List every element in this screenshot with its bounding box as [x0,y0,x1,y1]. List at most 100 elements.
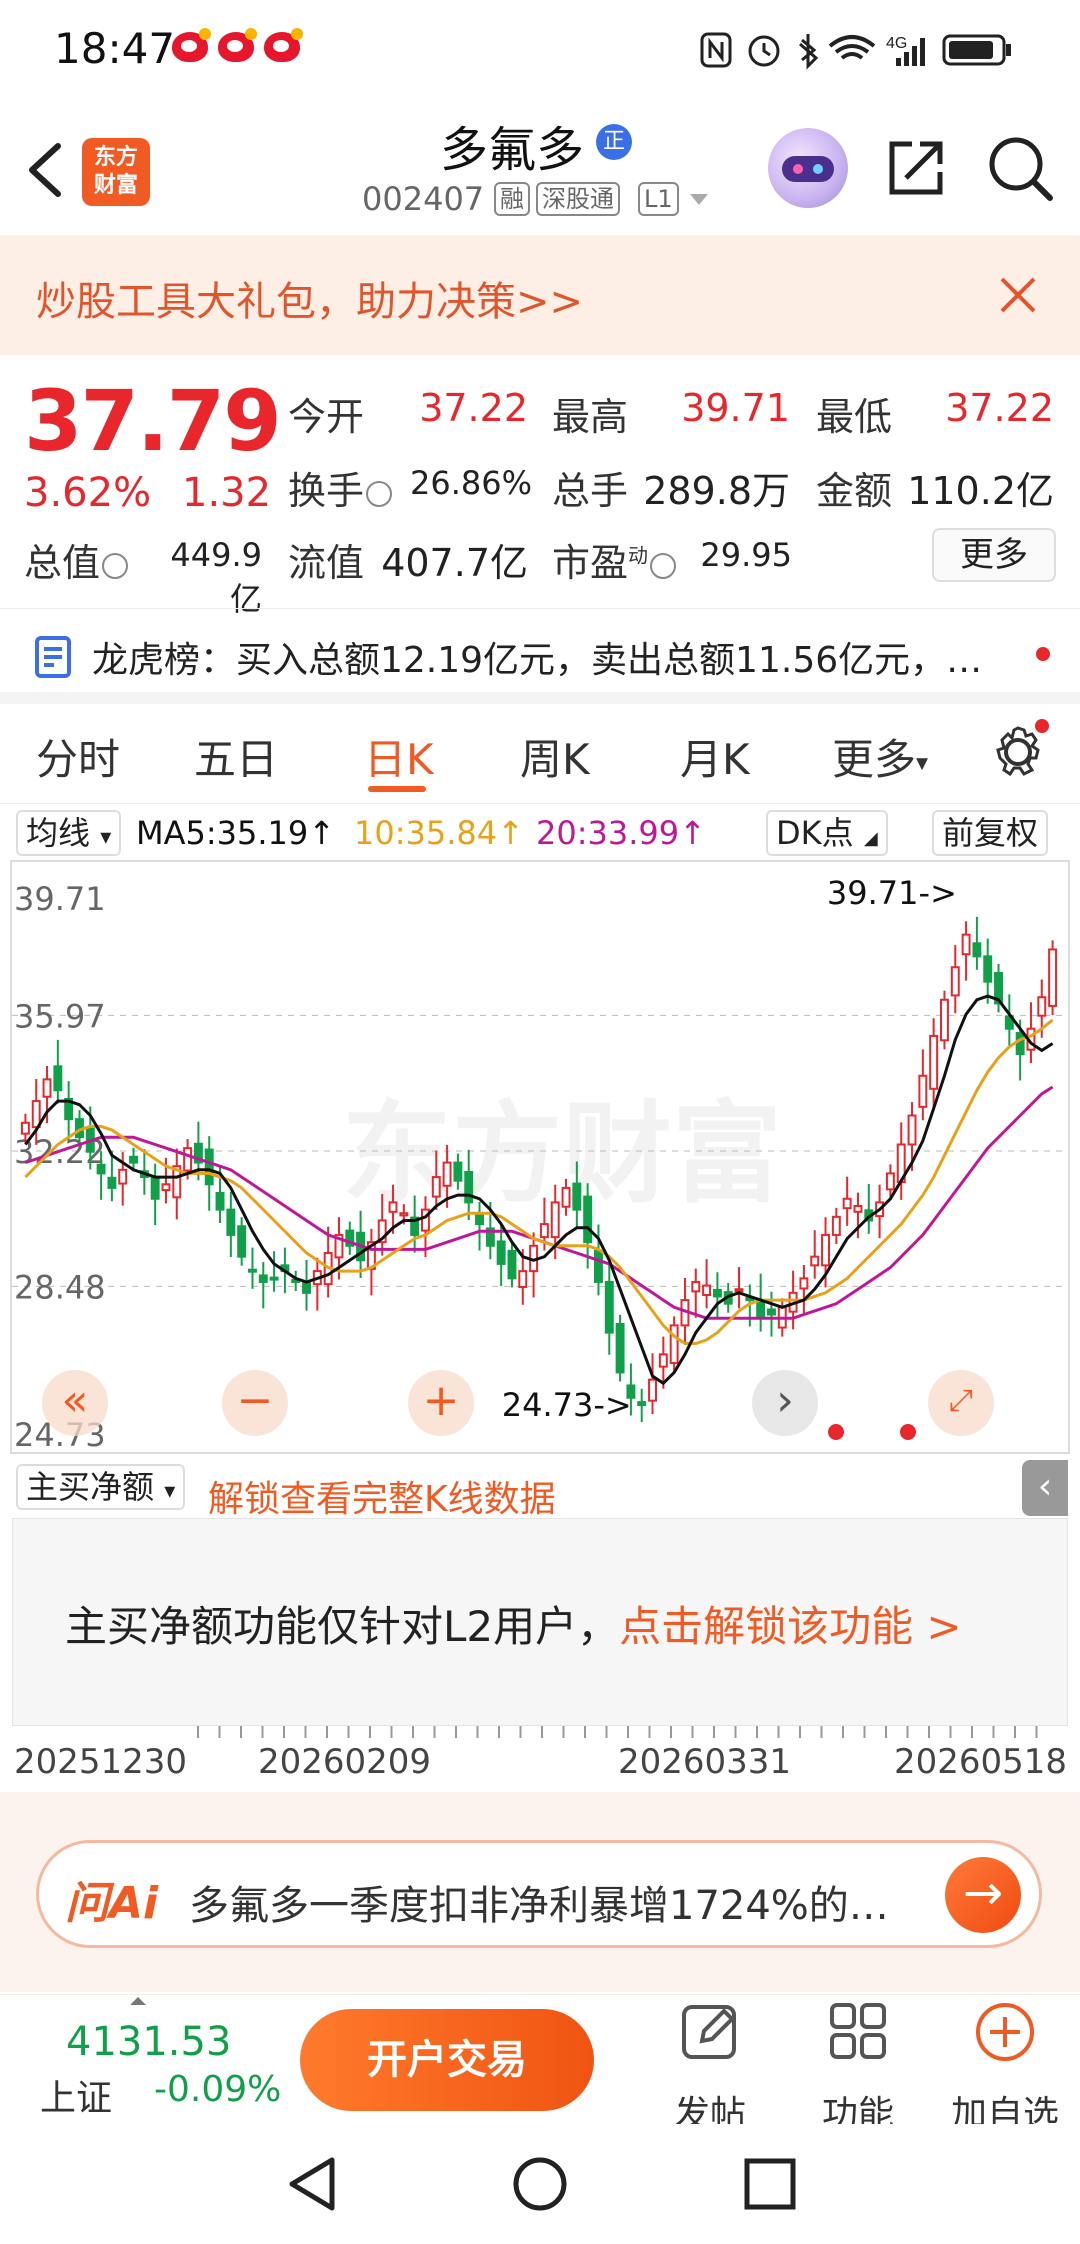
chevron-down-icon[interactable] [688,192,710,208]
ai-query-bar[interactable]: 问Ai 多氟多一季度扣非净利暴增1724%的… → [36,1840,1042,1948]
ai-avatar[interactable] [768,128,848,208]
promo-banner[interactable]: 炒股工具大礼包，助力决策>> [0,235,1080,355]
fullscreen-button[interactable]: ⤢ [928,1370,994,1436]
eastmoney-logo: 东方 财富 [82,138,150,206]
share-icon[interactable] [884,136,948,200]
level-tag: L1 [638,182,679,216]
candle-down [107,1176,117,1189]
candle-up [885,1172,895,1191]
more-button[interactable]: 更多 [932,528,1056,582]
net-buy-notice: 主买净额功能仅针对L2用户， [65,1602,620,1651]
candle-down [583,1195,593,1244]
stock-header: 东方 财富 多氟多 正 002407 融 深股通 L1 [0,100,1080,235]
candle-down [96,1163,106,1175]
scroll-left-button[interactable]: « [42,1370,108,1436]
tab-monthly-k[interactable]: 月K [680,726,750,787]
open-value: 37.22 [419,386,528,430]
date-ticks [197,1726,1038,1738]
zoom-out-button[interactable]: − [222,1370,288,1436]
nav-back-icon[interactable] [284,2154,340,2214]
add-watchlist-icon[interactable] [974,2001,1036,2063]
candle-down [248,1268,257,1273]
wifi-icon [828,35,876,60]
tab-intraday[interactable]: 分时 [36,726,120,787]
arrow-right-icon[interactable]: → [945,1857,1021,1933]
net-buy-selector[interactable]: 主买净额 ▾ [16,1464,186,1510]
candle-down [496,1240,506,1265]
date-axis: 20251230 20260209 20260331 20260518 [0,1726,1080,1782]
candle-up [539,1223,549,1239]
volume-label: 总手 [552,469,629,513]
ai-section: 问Ai 多氟多一季度扣非净利暴增1724%的… → [0,1792,1080,1992]
post-icon[interactable] [680,2001,740,2061]
candle-up [183,1147,193,1172]
collapse-panel-button[interactable]: ‹ [1022,1460,1068,1516]
high-label: 最高 [552,395,629,439]
tab-weekly-k[interactable]: 周K [520,726,590,787]
status-time: 18:47 [54,24,176,73]
min-price-marker: 24.73-> [502,1386,632,1424]
pe-label: 市盈动 [552,532,678,587]
index-change[interactable]: -0.09% [154,2069,281,2110]
adjust-button[interactable]: 前复权 [932,810,1049,856]
nav-home-icon[interactable] [510,2154,570,2214]
turnover-label: 换手 [288,460,394,515]
back-icon[interactable] [22,140,66,200]
low-value: 37.22 [945,386,1054,430]
candle-down [756,1299,766,1320]
index-name[interactable]: 上证 [40,2069,112,2121]
candle-down [615,1322,625,1374]
candle-up [42,1078,52,1098]
function-grid-icon[interactable] [828,2001,888,2061]
margin-tag: 融 [494,182,530,216]
tab-daily-k[interactable]: 日K [364,726,434,787]
net-buy-bar: 主买净额 ▾ 解锁查看完整K线数据 ‹ [0,1456,1080,1520]
candle-up [648,1378,657,1402]
ma-indicator-bar: 均线 ▾ MA5:35.19↑ 10:35.84↑ 20:33.99↑ DK点 … [0,804,1080,858]
candle-down [1015,1032,1025,1056]
candle-up [399,1212,409,1217]
scroll-right-button[interactable]: › [752,1370,818,1436]
info-icon [102,552,129,579]
dk-point-button[interactable]: DK点 ◢ [766,810,888,856]
notification-dot [1035,719,1049,733]
event-dot[interactable] [828,1424,844,1440]
pe-value: 29.95 [700,536,792,574]
search-icon[interactable] [986,134,1056,204]
current-price: 37.79 [24,372,282,470]
candle-up [550,1201,560,1239]
ai-logo: 问Ai [65,1878,159,1929]
dragon-tiger-bar[interactable]: 龙虎榜：买入总额12.19亿元，卖出总额11.56亿元，… [0,608,1080,704]
candle-down [464,1170,474,1204]
unlock-feature-link[interactable]: 点击解锁该功能 > [619,1602,962,1651]
tab-five-day[interactable]: 五日 [194,726,278,787]
float-cap-label: 流值 [288,541,365,585]
event-dot[interactable] [900,1424,916,1440]
nfc-icon [700,32,732,68]
open-label: 今开 [288,395,365,439]
nav-recents-icon[interactable] [742,2156,798,2212]
y-tick-label: 35.97 [14,997,106,1035]
candle-up [518,1270,528,1289]
zoom-in-button[interactable]: + [408,1370,474,1436]
low-label: 最低 [816,395,893,439]
tab-more[interactable]: 更多▾ [832,726,928,787]
close-icon[interactable] [998,275,1038,315]
float-cap-value: 407.7亿 [381,541,528,585]
kline-chart[interactable]: 东方财富 39.71 35.97 32.22 28.48 24.73 39.71-> 2… [10,860,1070,1454]
high-value: 39.71 [681,386,790,430]
unlock-kline-link[interactable]: 解锁查看完整K线数据 [208,1470,556,1522]
candle-up [388,1201,398,1213]
stock-code: 002407 [362,180,485,218]
candle-down [767,1308,776,1316]
indicator-selector[interactable]: 均线 ▾ [16,810,122,856]
candle-up [20,1121,30,1135]
date-label: 20251230 [14,1742,188,1782]
y-tick-label: 28.48 [14,1268,106,1306]
open-account-button[interactable]: 开户交易 [300,2009,594,2111]
battery-icon [942,34,1011,66]
index-value[interactable]: 4131.53 [66,2019,231,2065]
settings-icon[interactable] [988,718,1052,782]
date-label: 20260331 [618,1742,792,1782]
change-amount: 1.32 [182,470,272,516]
